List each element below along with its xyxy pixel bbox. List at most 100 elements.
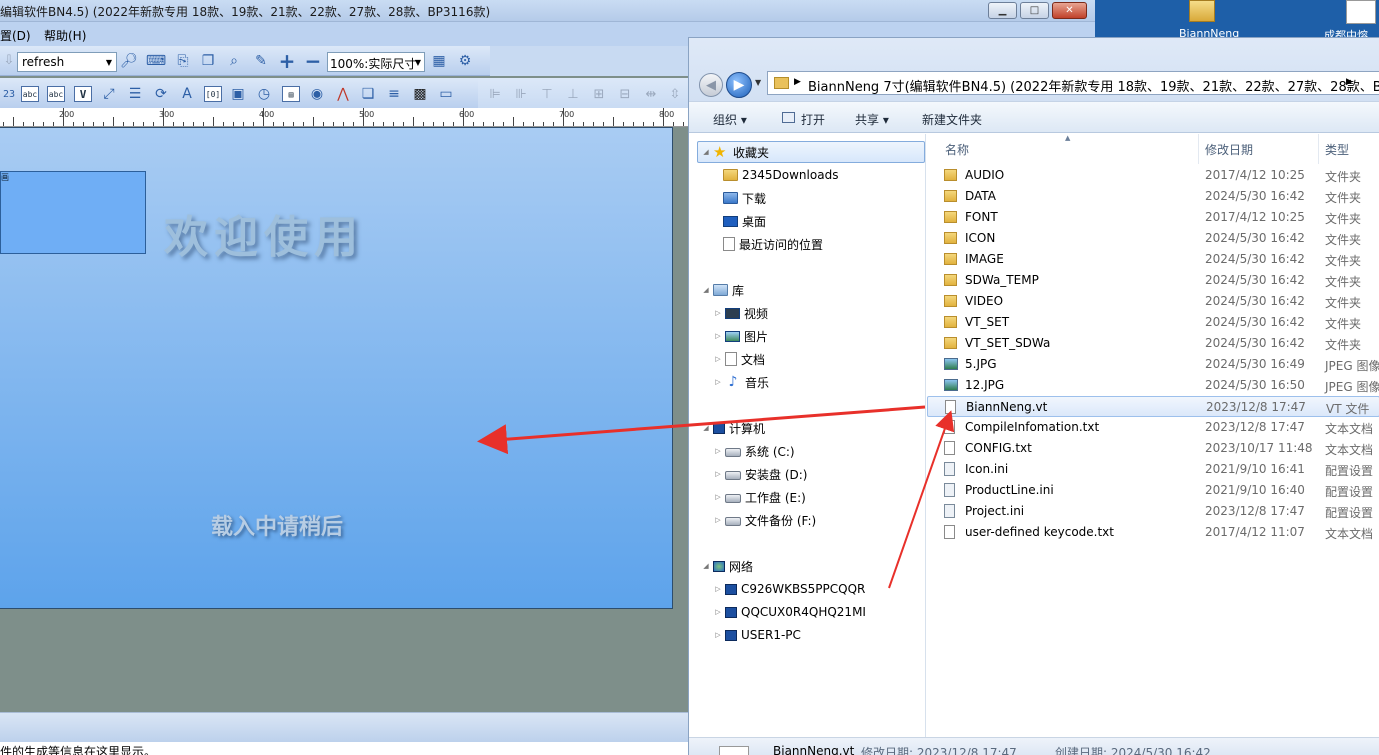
align-top-icon[interactable]: ⊤	[538, 86, 556, 102]
collapse-arrow-icon[interactable]: ▷	[713, 332, 723, 340]
nav-item-recent[interactable]: 最近访问的位置	[723, 234, 823, 254]
expand-arrow-icon[interactable]: ◢	[701, 286, 711, 294]
breadcrumb-chevron-icon[interactable]: ▶	[1346, 77, 1353, 87]
column-divider[interactable]	[1318, 134, 1319, 164]
share-button[interactable]: 共享 ▾	[855, 111, 889, 128]
file-row[interactable]: CompileInfomation.txt 2023/12/8 17:47 文本文档	[927, 417, 1379, 438]
expand-arrow-icon[interactable]: ◢	[701, 424, 711, 432]
align-middle-icon[interactable]: ⊟	[616, 86, 634, 102]
copy-widget-icon[interactable]: ❏	[358, 85, 378, 103]
slider-widget-icon[interactable]: ☰	[125, 85, 145, 103]
minimize-button[interactable]: ▁	[988, 2, 1017, 19]
zoom-in-icon[interactable]: +	[277, 49, 297, 73]
collapse-arrow-icon[interactable]: ▷	[713, 631, 723, 639]
keyboard-icon[interactable]: ⌨	[146, 52, 166, 70]
list-widget-icon[interactable]: ≡	[384, 85, 404, 103]
collapse-arrow-icon[interactable]: ▷	[713, 585, 723, 593]
desktop-folder-label[interactable]: BiannNeng	[1179, 27, 1239, 37]
gauge-widget-icon[interactable]: ◉	[307, 85, 327, 103]
nav-network[interactable]: ◢ 网络	[701, 556, 753, 576]
nav-network-host[interactable]: ▷ QQCUX0R4QHQ21MI	[713, 602, 866, 622]
display-widget-icon[interactable]: ▤	[282, 86, 300, 102]
expand-arrow-icon[interactable]: ◢	[701, 148, 711, 156]
nav-favorites[interactable]: ◢ ★ 收藏夹	[701, 142, 769, 162]
menu-item-settings[interactable]: 置(D)	[0, 27, 31, 44]
nav-item-videos[interactable]: ▷ 视频	[713, 303, 768, 323]
download-icon[interactable]: ⇩	[0, 52, 18, 68]
maximize-button[interactable]: □	[1020, 2, 1049, 19]
import-icon[interactable]: ⎘	[173, 52, 193, 70]
file-row[interactable]: BiannNeng.vt 2023/12/8 17:47 VT 文件	[927, 396, 1379, 417]
column-divider[interactable]	[1198, 134, 1199, 164]
nav-drive-d[interactable]: ▷ 安装盘 (D:)	[713, 464, 807, 484]
nav-item-music[interactable]: ▷ ♪ 音乐	[713, 372, 769, 392]
close-button[interactable]: ✕	[1052, 2, 1087, 19]
collapse-arrow-icon[interactable]: ▷	[713, 355, 723, 363]
font-widget-icon[interactable]: A	[177, 85, 197, 103]
nav-computer[interactable]: ◢ 计算机	[701, 418, 765, 438]
text-box-widget-icon[interactable]: abc	[47, 86, 65, 102]
file-row[interactable]: SDWa_TEMP 2024/5/30 16:42 文件夹	[927, 270, 1379, 291]
numeric-widget-icon[interactable]: 23	[0, 86, 18, 102]
align-right-icon[interactable]: ⊪	[512, 86, 530, 102]
file-row[interactable]: 12.JPG 2024/5/30 16:50 JPEG 图像	[927, 375, 1379, 396]
settings-wrench-icon[interactable]: ⚙	[455, 52, 475, 70]
recent-pages-chevron-icon[interactable]: ▼	[755, 78, 761, 87]
align-bottom-icon[interactable]: ⊥	[564, 86, 582, 102]
image-widget-icon[interactable]: ▣	[228, 85, 248, 103]
nav-item-downloads-2345[interactable]: 2345Downloads	[723, 165, 838, 185]
forward-button[interactable]: ▶	[726, 72, 752, 98]
desktop-folder-icon[interactable]	[1183, 0, 1223, 26]
canvas-frame-widget[interactable]: 画	[0, 171, 146, 254]
font-combo[interactable]: refresh ▼	[17, 52, 117, 72]
refresh-widget-icon[interactable]: ⟳	[151, 85, 171, 103]
bracket-widget-icon[interactable]: [0]	[204, 86, 222, 102]
file-row[interactable]: user-defined keycode.txt 2017/4/12 11:07 文…	[927, 522, 1379, 543]
file-row[interactable]: VIDEO 2024/5/30 16:42 文件夹	[927, 291, 1379, 312]
address-bar[interactable]: ▶ BiannNeng 7寸(编辑软件BN4.5) (2022年新款专用 18款…	[767, 71, 1379, 95]
calculator-icon[interactable]: ▦	[429, 52, 449, 70]
file-row[interactable]: IMAGE 2024/5/30 16:42 文件夹	[927, 249, 1379, 270]
menu-item-help[interactable]: 帮助(H)	[44, 27, 86, 44]
file-row[interactable]: ICON 2024/5/30 16:42 文件夹	[927, 228, 1379, 249]
design-canvas[interactable]: 画 欢迎使用 载入中请稍后	[0, 127, 673, 609]
screen-widget-icon[interactable]: ▭	[436, 85, 456, 103]
file-row[interactable]: Project.ini 2023/12/8 17:47 配置设置	[927, 501, 1379, 522]
file-row[interactable]: 5.JPG 2024/5/30 16:49 JPEG 图像	[927, 354, 1379, 375]
file-row[interactable]: VT_SET_SDWa 2024/5/30 16:42 文件夹	[927, 333, 1379, 354]
collapse-arrow-icon[interactable]: ▷	[713, 493, 723, 501]
organize-button[interactable]: 组织 ▾	[713, 111, 747, 128]
desktop-document-label[interactable]: 成都中熔	[1324, 27, 1379, 37]
file-row[interactable]: VT_SET 2024/5/30 16:42 文件夹	[927, 312, 1379, 333]
file-row[interactable]: Icon.ini 2021/9/10 16:41 配置设置	[927, 459, 1379, 480]
column-header-name[interactable]: 名称	[945, 141, 969, 158]
qrcode-widget-icon[interactable]: ▩	[410, 85, 430, 103]
clock-widget-icon[interactable]: ◷	[254, 85, 274, 103]
collapse-arrow-icon[interactable]: ▷	[713, 608, 723, 616]
nav-item-downloads[interactable]: 下载	[723, 188, 766, 208]
file-row[interactable]: ProductLine.ini 2021/9/10 16:40 配置设置	[927, 480, 1379, 501]
copy-icon[interactable]: ❐	[198, 52, 218, 70]
distribute-icon[interactable]: ⇹	[642, 86, 660, 102]
zoom-out-icon[interactable]: −	[303, 49, 323, 73]
search-page-icon[interactable]: 🔎︎	[119, 52, 139, 70]
chevron-down-icon[interactable]: ▼	[412, 53, 424, 71]
zoom-icon[interactable]: ⌕	[224, 52, 244, 70]
nav-drive-c[interactable]: ▷ 系统 (C:)	[713, 441, 794, 461]
nav-drive-f[interactable]: ▷ 文件备份 (F:)	[713, 510, 816, 530]
variable-widget-icon[interactable]: V	[74, 86, 92, 102]
nav-item-pictures[interactable]: ▷ 图片	[713, 326, 768, 346]
text-widget-icon[interactable]: abc	[21, 86, 39, 102]
file-row[interactable]: CONFIG.txt 2023/10/17 11:48 文本文档	[927, 438, 1379, 459]
nav-drive-e[interactable]: ▷ 工作盘 (E:)	[713, 487, 806, 507]
file-row[interactable]: DATA 2024/5/30 16:42 文件夹	[927, 186, 1379, 207]
nav-network-host[interactable]: ▷ C926WKBS5PPCQQR	[713, 579, 865, 599]
chevron-down-icon[interactable]: ▼	[102, 53, 116, 71]
distribute-vertical-icon[interactable]: ⇳	[666, 86, 684, 102]
zoom-combo[interactable]: 100%:实际尺寸 ▼	[327, 52, 425, 72]
nav-network-host[interactable]: ▷ USER1-PC	[713, 625, 801, 645]
nav-item-desktop[interactable]: 桌面	[723, 211, 766, 231]
address-path[interactable]: BiannNeng 7寸(编辑软件BN4.5) (2022年新款专用 18款、1…	[808, 76, 1379, 95]
column-header-type[interactable]: 类型	[1325, 141, 1349, 158]
open-button[interactable]: 打开	[801, 111, 825, 128]
